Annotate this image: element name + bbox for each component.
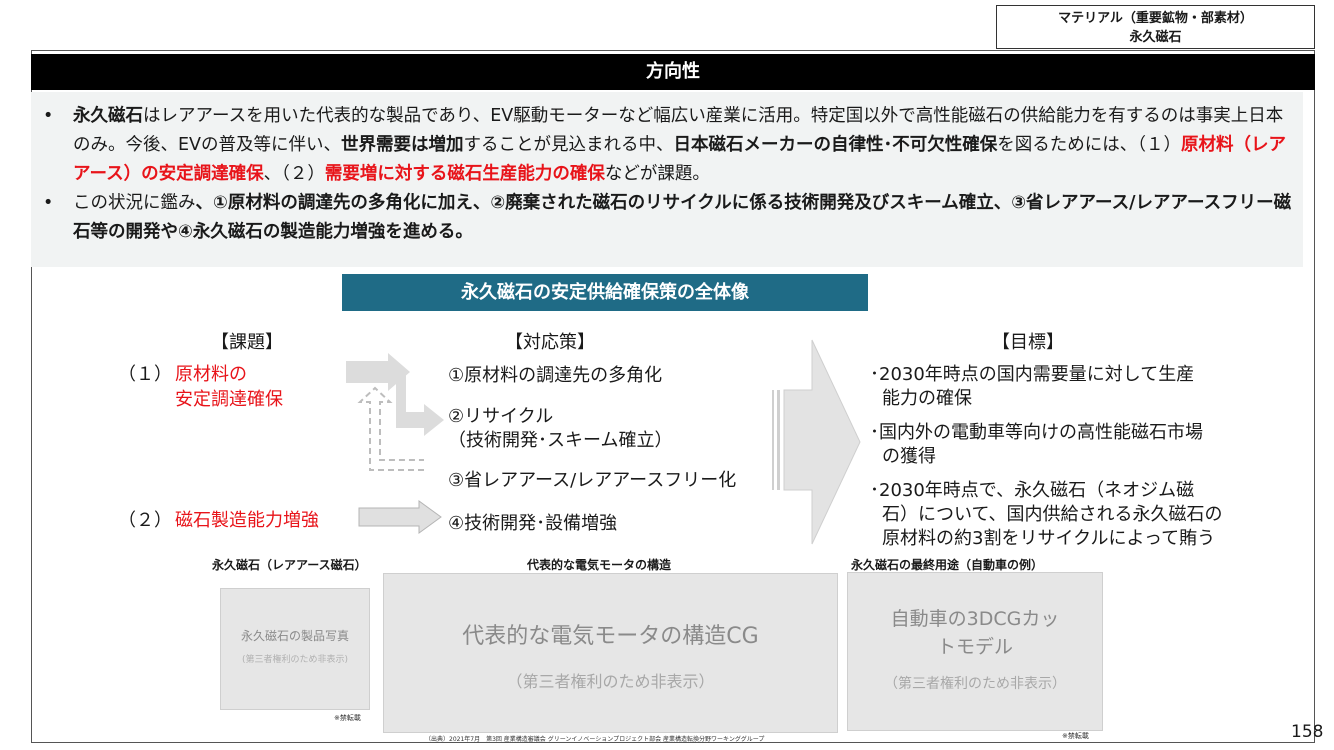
placeholder-note: （第三者権利のため非表示）	[884, 676, 1066, 692]
goal1-line1: ･2030年時点の国内需要量に対して生産	[870, 364, 1195, 385]
image1-caption: ※禁転載	[334, 714, 361, 722]
summary-box: • 永久磁石はレアアースを用いた代表的な製品であり、EV駆動モーターなど幅広い産…	[31, 92, 1303, 267]
body-text: この状況に鑑み	[73, 193, 196, 213]
placeholder-title-line2: トモデル	[936, 636, 1013, 658]
placeholder-title-line1: 自動車の3DCGカッ	[890, 608, 1060, 630]
body-text: することが見込まれる中、	[463, 135, 674, 155]
goal3-line3: 原材料の約3割をリサイクルによって賄う	[882, 528, 1216, 549]
image2-header: 代表的な電気モータの構造	[527, 558, 672, 572]
image1-header: 永久磁石（レアアース磁石）	[212, 558, 367, 572]
bold-text: 、①原材料の調達先の多角化に加え、②廃棄された磁石のリサイクルに係る技術開発及び…	[73, 193, 1292, 242]
motor-cg-placeholder: 代表的な電気モータの構造CG （第三者権利のため非表示）	[383, 573, 838, 733]
big-right-arrow	[772, 339, 861, 545]
summary-bullet-2: • この状況に鑑み、①原材料の調達先の多角化に加え、②廃棄された磁石のリサイクル…	[43, 189, 1293, 247]
arrow-to-measure2	[396, 372, 444, 436]
dashed-feedback-arrow	[357, 386, 424, 471]
summary-bullet-1: • 永久磁石はレアアースを用いた代表的な製品であり、EV駆動モーターなど幅広い産…	[43, 102, 1293, 189]
magnet-photo-placeholder: 永久磁石の製品写真 (第三者権利のため非表示)	[220, 588, 370, 710]
category-tag: マテリアル（重要鉱物・部素材） 永久磁石	[996, 5, 1315, 49]
diagram-title: 永久磁石の安定供給確保策の全体像	[342, 274, 868, 311]
placeholder-title: 代表的な電気モータの構造CG	[462, 624, 759, 649]
category-tag-line2: 永久磁石	[1129, 30, 1182, 45]
measures-header: 【対応策】	[505, 332, 595, 353]
goal3-line1: ･2030年時点で、永久磁石（ネオジム磁	[870, 480, 1195, 501]
highlight-text: 需要増に対する磁石生産能力の確保	[324, 164, 605, 184]
placeholder-title: 永久磁石の製品写真	[240, 629, 349, 643]
placeholder-note: (第三者権利のため非表示)	[241, 655, 349, 665]
measure2-line1: ②リサイクル	[448, 406, 554, 427]
image3-caption: ※禁転載	[1062, 732, 1089, 740]
issue2-text: 磁石製造能力増強	[175, 510, 319, 531]
bold-text: 日本磁石メーカーの自律性･不可欠性確保	[673, 135, 998, 155]
arrow-to-measure4	[358, 500, 442, 534]
category-tag-line1: マテリアル（重要鉱物・部素材）	[1058, 11, 1253, 26]
car-cutaway-placeholder: 自動車の3DCGカッ トモデル （第三者権利のため非表示）	[847, 572, 1103, 731]
measure3: ③省レアアース/レアアースフリー化	[448, 470, 737, 491]
bold-text: 永久磁石	[73, 106, 143, 126]
issue1-number: （１）	[118, 364, 172, 385]
body-text: 、（２）	[263, 164, 325, 184]
goal2-line2: の獲得	[882, 446, 936, 467]
measure1: ①原材料の調達先の多角化	[448, 365, 663, 386]
issues-header: 【課題】	[211, 332, 283, 353]
placeholder-note: （第三者権利のため非表示）	[506, 672, 715, 691]
body-text: などが課題。	[604, 164, 710, 184]
goals-header: 【目標】	[992, 332, 1064, 353]
measure2-line2: （技術開発･スキーム確立）	[448, 430, 673, 451]
issue2-arrow	[358, 500, 442, 534]
issue1-line2: 安定調達確保	[175, 389, 283, 410]
bold-text: 世界需要は増加	[341, 135, 464, 155]
measure4: ④技術開発･設備増強	[448, 513, 618, 534]
image3-header: 永久磁石の最終用途（自動車の例）	[851, 558, 1044, 572]
page-number: 158	[1291, 722, 1324, 742]
issue2-number: （２）	[118, 510, 172, 531]
bullet-marker: •	[43, 106, 54, 126]
bullet-marker: •	[43, 193, 54, 213]
body-text: を図るためには、（１）	[997, 135, 1182, 155]
source-note: （出典）2021年7月 第3回 産業構造審議会 グリーンイノベーションプロジェク…	[425, 736, 765, 743]
goal1-line2: 能力の確保	[882, 388, 972, 409]
goal3-line2: 石）について、国内供給される永久磁石の	[882, 504, 1223, 525]
issue1-branch-arrow	[346, 353, 444, 471]
goal2-line1: ･国内外の電動車等向けの高性能磁石市場	[870, 422, 1203, 443]
section-banner: 方向性	[31, 54, 1315, 90]
issue1-line1: 原材料の	[175, 364, 247, 385]
